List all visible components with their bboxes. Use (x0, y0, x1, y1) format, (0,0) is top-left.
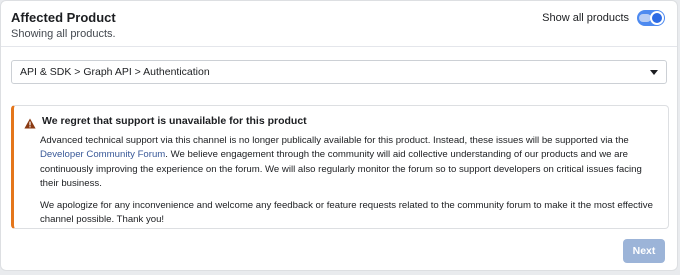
notice-body: Advanced technical support via this chan… (40, 134, 658, 228)
caret-down-icon (650, 70, 658, 75)
product-select[interactable]: API & SDK > Graph API > Authentication (11, 60, 667, 84)
show-all-products-toggle-group: Show all products (542, 10, 665, 26)
developer-community-forum-link[interactable]: Developer Community Forum (40, 149, 165, 160)
card-header: Affected Product Showing all products. (11, 10, 116, 41)
next-button[interactable]: Next (623, 239, 665, 263)
toggle-knob (650, 11, 664, 25)
warning-icon (24, 116, 36, 128)
toggle-label: Show all products (542, 12, 629, 24)
affected-product-card: Affected Product Showing all products. S… (0, 0, 678, 271)
notice-paragraph-2: We apologize for any inconvenience and w… (40, 200, 653, 226)
support-unavailable-notice: We regret that support is unavailable fo… (11, 105, 669, 229)
notice-header: We regret that support is unavailable fo… (24, 115, 658, 128)
notice-title: We regret that support is unavailable fo… (42, 115, 307, 127)
notice-paragraph-1: Advanced technical support via this chan… (40, 134, 658, 191)
product-select-value: API & SDK > Graph API > Authentication (20, 66, 210, 78)
card-title: Affected Product (11, 10, 116, 25)
show-all-products-toggle[interactable] (637, 10, 665, 26)
header-divider (1, 46, 677, 47)
notice-p1-text: Advanced technical support via this chan… (40, 135, 629, 146)
card-subtitle: Showing all products. (11, 28, 116, 40)
